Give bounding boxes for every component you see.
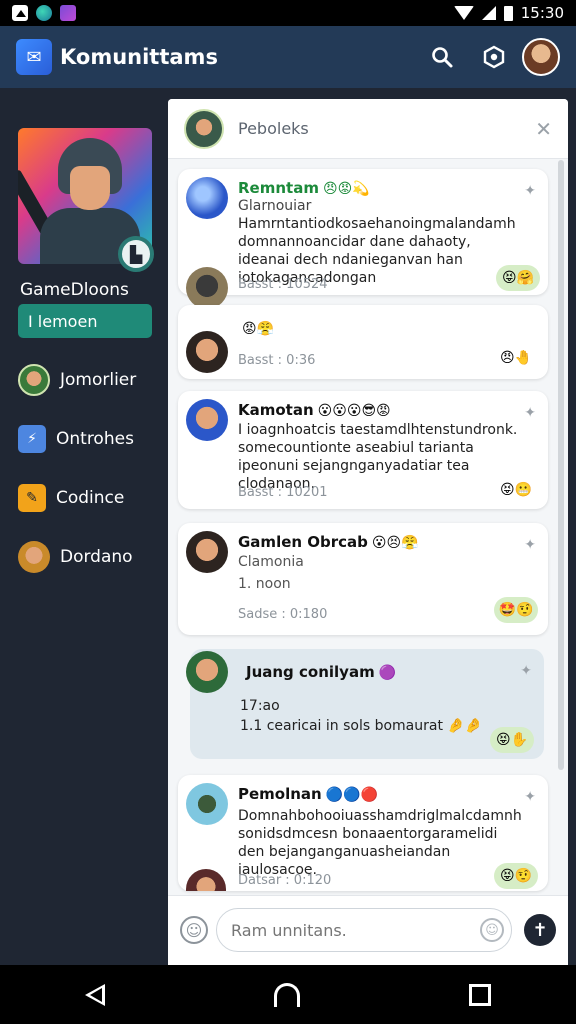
app-header: ✉ Komunittams: [0, 26, 576, 88]
pin-icon[interactable]: ✦: [524, 789, 536, 805]
message-card[interactable]: Kamotan 😮😮😮😎😡 I ioagnhoatcis taestamdlhte…: [178, 391, 548, 509]
chat-panel: Peboleks ✕ Remntam 😠😡💫 Glarnouiar Hamrnta…: [168, 99, 568, 965]
chat-scrollbar[interactable]: [558, 160, 564, 770]
message-author: Juang conilyam 🟣: [246, 663, 397, 681]
sidebar: ▙ GameDloons I lemoen Jomorlier ⚡ Ontroh…: [0, 88, 168, 965]
pin-icon[interactable]: ✦: [524, 405, 536, 421]
message-time: Basst : 10201: [238, 485, 328, 500]
user-avatar-icon: [18, 541, 50, 573]
author-emojis: 😮😮😮😎😡: [317, 403, 391, 419]
message-author: 😡😤: [238, 319, 274, 337]
author-emojis: 🟣: [378, 665, 397, 681]
sidebar-item-2[interactable]: ✎ Codince: [18, 481, 166, 515]
message-time: Basst : 10524: [238, 277, 328, 292]
chat-header: Peboleks ✕: [168, 99, 568, 159]
system-nav-bar: [0, 965, 576, 1024]
message-avatar[interactable]: [186, 783, 228, 825]
message-subtitle: Glarnouiar: [238, 198, 312, 214]
settings-button[interactable]: [474, 37, 514, 77]
message-reactions[interactable]: 😝😬: [494, 477, 538, 503]
pin-icon[interactable]: ✦: [524, 183, 536, 199]
sidebar-item-3[interactable]: Dordano: [18, 540, 166, 574]
message-author: Remntam 😠😡💫: [238, 179, 370, 197]
sticker-icon[interactable]: ☺: [480, 918, 504, 942]
sidebar-item-label: Jomorlier: [60, 370, 137, 390]
message-avatar[interactable]: [186, 331, 228, 373]
author-emojis: 😠😡💫: [322, 181, 370, 197]
back-icon[interactable]: [84, 983, 105, 1006]
game-badge-icon: ▙: [118, 236, 154, 272]
status-time: 15:30: [520, 4, 564, 22]
app-notification-icon: [60, 5, 76, 21]
trophy-icon: ✎: [18, 484, 46, 512]
photo-notification-icon: [12, 5, 28, 21]
pin-icon[interactable]: ✦: [520, 663, 532, 679]
sidebar-item-1[interactable]: ⚡ Ontrohes: [18, 422, 166, 456]
chat-title: Peboleks: [238, 119, 309, 138]
message-author: Gamlen Obrcab 😮😣😤: [238, 533, 419, 551]
sidebar-item-0[interactable]: Jomorlier: [18, 363, 166, 397]
chat-avatar[interactable]: [184, 108, 224, 149]
message-card[interactable]: Remntam 😠😡💫 Glarnouiar Hamrntantiodkosaeh…: [178, 169, 548, 295]
message-author: Kamotan 😮😮😮😎😡: [238, 401, 391, 419]
message-avatar[interactable]: [186, 531, 228, 573]
send-button[interactable]: ✝: [524, 914, 556, 946]
soldier-avatar-icon: [18, 364, 50, 396]
search-button[interactable]: [422, 37, 462, 77]
wifi-icon: [453, 6, 474, 20]
profile-avatar[interactable]: [522, 38, 560, 76]
globe-notification-icon: [36, 5, 52, 21]
emoji-picker-icon[interactable]: ☺: [180, 916, 208, 944]
message-composer: ☺ ☺ ✝: [168, 895, 568, 965]
recent-apps-icon[interactable]: [469, 983, 492, 1006]
author-emojis: 😡😤: [242, 321, 275, 337]
message-card[interactable]: 😡😤 Basst : 0:36 😠🤚: [178, 305, 548, 379]
author-emojis: 😮😣😤: [371, 535, 419, 551]
message-avatar[interactable]: [186, 177, 228, 219]
message-text: 17:ao: [240, 698, 280, 714]
message-reactions[interactable]: 😝✋: [490, 727, 534, 753]
message-author: Pemolnan 🔵🔵🔴: [238, 785, 379, 803]
message-reactions[interactable]: 😝🤗: [496, 265, 540, 291]
game-title: GameDloons: [20, 280, 129, 300]
sidebar-item-label: Dordano: [60, 547, 133, 567]
message-time: Sadse : 0:180: [238, 607, 328, 622]
sidebar-item-label: Codince: [56, 488, 125, 508]
message-subtitle: Clamonia: [238, 554, 304, 570]
message-card[interactable]: Gamlen Obrcab 😮😣😤 Clamonia 1. noon Sadse …: [178, 523, 548, 635]
message-avatar[interactable]: [186, 399, 228, 441]
message-avatar[interactable]: [186, 869, 226, 891]
message-time: Basst : 0:36: [238, 353, 316, 368]
message-text: Domnahbohooiuasshamdriglmalcdamnh sonids…: [238, 808, 522, 878]
message-avatar[interactable]: [186, 267, 228, 309]
game-action-button[interactable]: I lemoen: [18, 304, 152, 338]
sidebar-item-label: Ontrohes: [56, 429, 134, 449]
message-time: Datsar : 0:120: [238, 873, 332, 888]
close-icon[interactable]: ✕: [535, 117, 552, 141]
status-bar: 15:30: [0, 0, 576, 26]
signal-icon: [481, 6, 496, 20]
home-icon[interactable]: [273, 982, 300, 1007]
author-emojis: 🔵🔵🔴: [325, 787, 379, 803]
message-avatar[interactable]: [186, 651, 228, 693]
message-input[interactable]: [216, 908, 512, 952]
message-card-highlighted[interactable]: Juang conilyam 🟣 17:ao 1.1 cearicai in so…: [190, 649, 544, 759]
message-reactions[interactable]: 😠🤚: [494, 345, 538, 371]
message-text: I ioagnhoatcis taestamdlhtenstundronk. s…: [238, 422, 518, 492]
search-icon: [432, 47, 453, 68]
message-reactions[interactable]: 😝🤨: [494, 863, 538, 889]
message-reactions[interactable]: 🤩🤨: [494, 597, 538, 623]
app-title: Komunittams: [60, 45, 218, 69]
message-text-line2: 1.1 cearicai in sols bomaurat 🤌🤌: [240, 718, 483, 734]
app-logo-icon: ✉: [16, 39, 52, 75]
message-card[interactable]: Pemolnan 🔵🔵🔴 Domnahbohooiuasshamdriglmalc…: [178, 775, 548, 891]
hex-settings-icon: [483, 45, 505, 69]
gamepad-icon: ⚡: [18, 425, 46, 453]
pin-icon[interactable]: ✦: [524, 537, 536, 553]
battery-icon: [503, 5, 513, 21]
message-text: 1. noon: [238, 576, 291, 592]
